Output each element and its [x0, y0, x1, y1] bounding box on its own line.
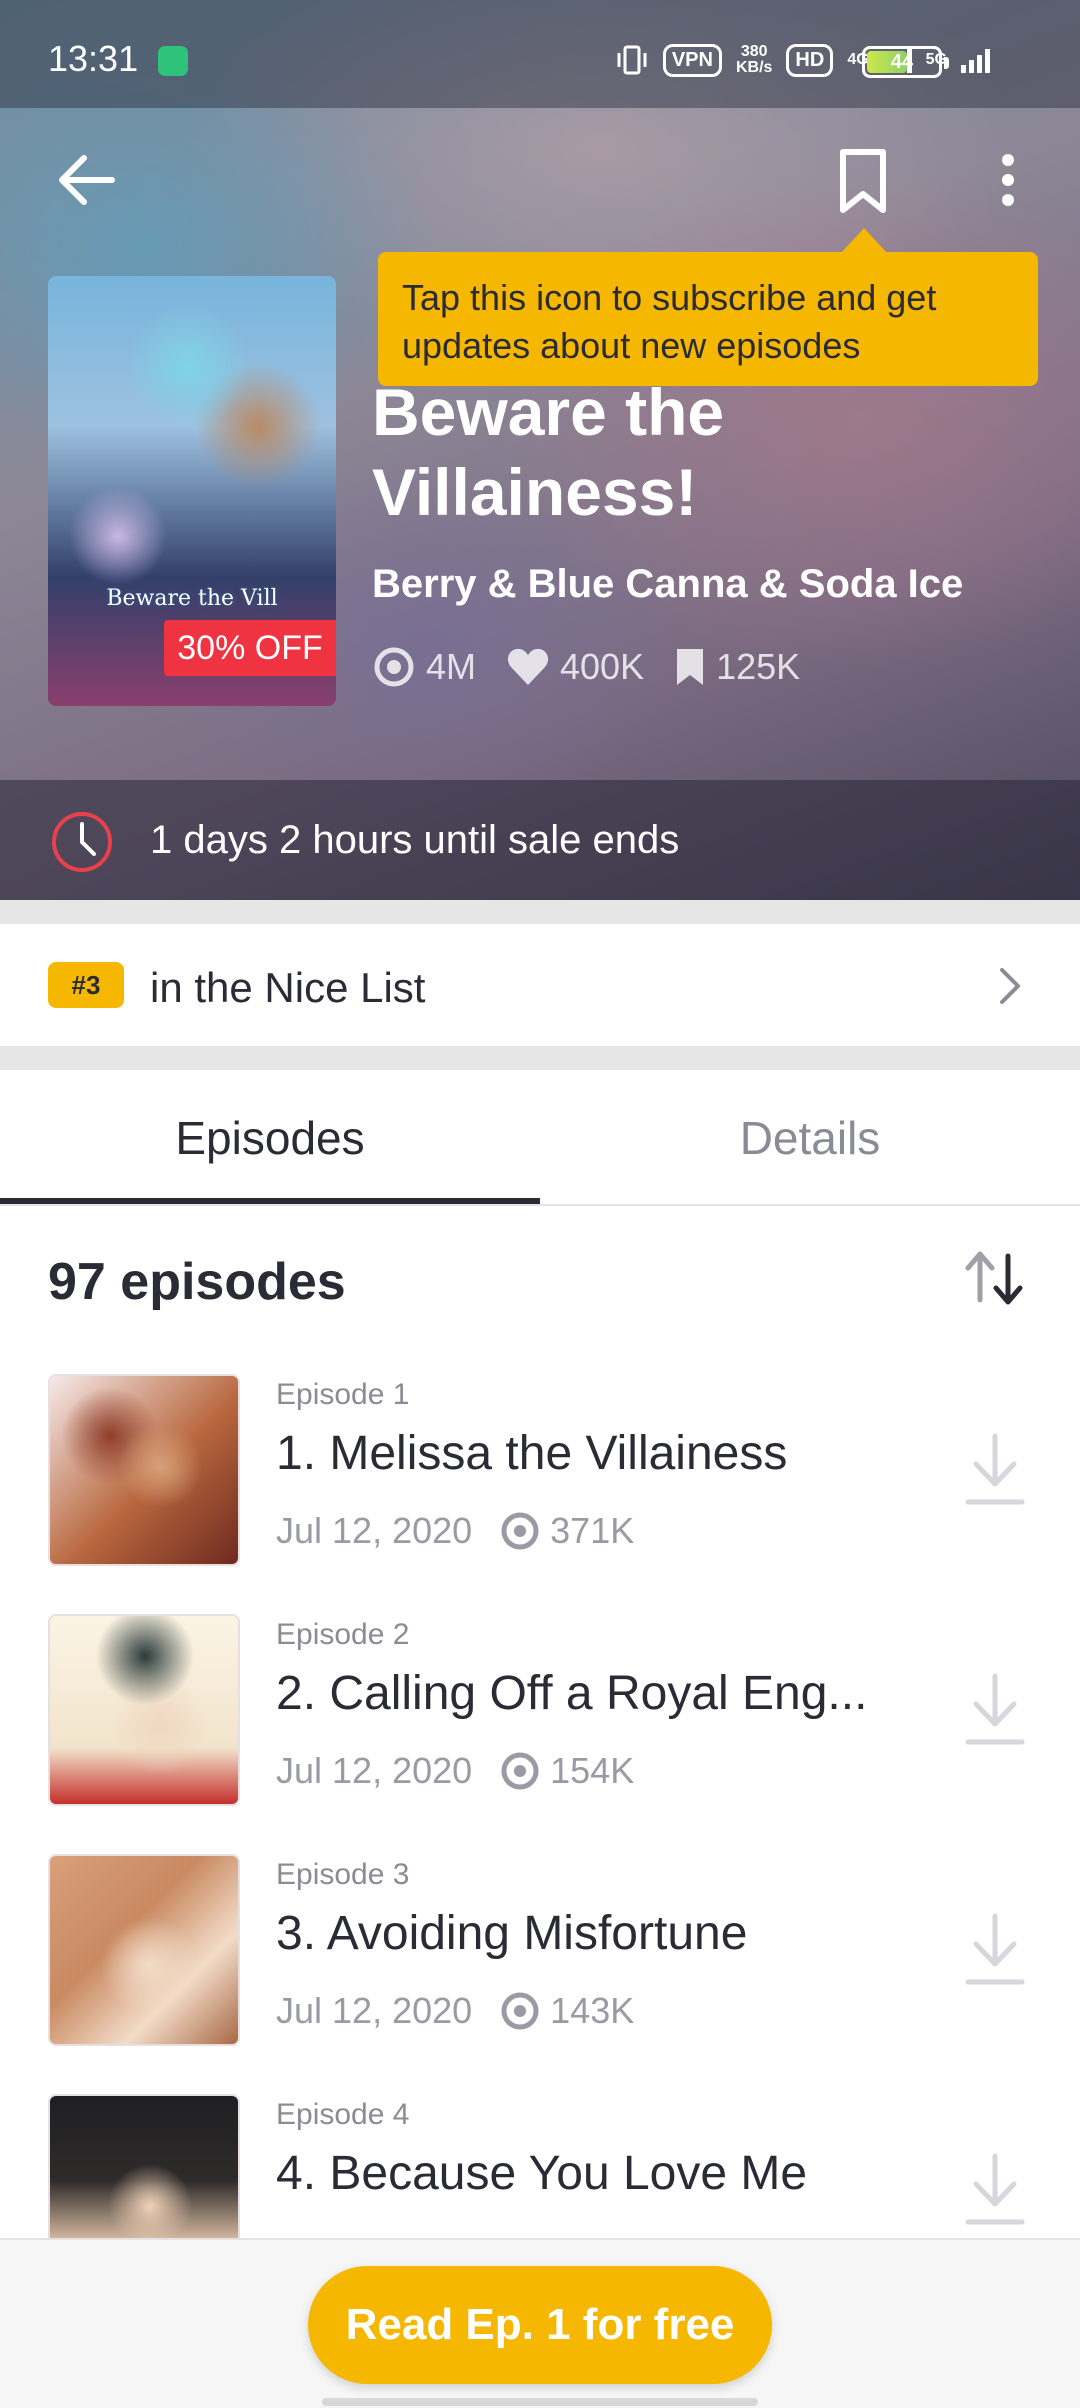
- episode-title: 3. Avoiding Misfortune: [276, 1907, 748, 1960]
- tab-episodes[interactable]: Episodes: [0, 1070, 540, 1206]
- episode-date: Jul 12, 2020: [276, 1750, 473, 1791]
- notification-app-icon: [158, 46, 188, 76]
- episode-count: 97 episodes: [48, 1253, 346, 1311]
- episode-views: 143K: [500, 1990, 634, 2032]
- episode-views: 371K: [500, 1510, 634, 1552]
- status-time: 13:31: [48, 38, 139, 79]
- tab-bar: Episodes Details: [0, 1070, 1080, 1206]
- network-speed-unit: KB/s: [735, 59, 773, 76]
- more-vertical-icon[interactable]: [990, 150, 1026, 210]
- series-header: 13:31 VPN 380 KB/s HD 4G 5G 44 Beware the…: [0, 0, 1080, 900]
- ranking-row[interactable]: #3 in the Nice List: [0, 924, 1080, 1046]
- eye-icon: [374, 647, 414, 687]
- section-divider: [0, 1046, 1080, 1070]
- download-icon[interactable]: [964, 1430, 1026, 1510]
- episode-date: Jul 12, 2020: [276, 1990, 473, 2031]
- tooltip-arrow: [840, 228, 888, 254]
- battery-icon: 44: [862, 46, 949, 78]
- episode-title: 4. Because You Love Me: [276, 2147, 808, 2200]
- active-tab-indicator: [0, 1198, 540, 1204]
- sort-icon[interactable]: [962, 1250, 1028, 1306]
- list-item[interactable]: Episode 3 3. Avoiding Misfortune Jul 12,…: [0, 1854, 1080, 2064]
- ranking-label: in the Nice List: [150, 964, 426, 1011]
- chevron-right-icon: [1000, 968, 1020, 1004]
- episode-thumbnail: [48, 1374, 240, 1566]
- subscribers-count: 125K: [716, 646, 801, 687]
- cover-title-art: Beware the Vill: [106, 586, 278, 611]
- episode-number: Episode 1: [276, 1378, 410, 1411]
- hd-badge: HD: [786, 43, 834, 77]
- episode-number: Episode 2: [276, 1618, 410, 1651]
- episode-views-count: 143K: [550, 1990, 635, 2031]
- eye-icon: [501, 1752, 539, 1790]
- episode-views: 154K: [500, 1750, 634, 1792]
- network-speed-value: 380: [740, 43, 768, 60]
- series-author: Berry & Blue Canna & Soda Ice: [372, 562, 964, 606]
- likes-count: 400K: [560, 646, 645, 687]
- episode-thumbnail: [48, 1614, 240, 1806]
- views-stat: 4M: [372, 646, 476, 688]
- list-item[interactable]: Episode 2 2. Calling Off a Royal Eng... …: [0, 1614, 1080, 1824]
- battery-level: 44: [890, 51, 914, 73]
- eye-icon: [501, 1512, 539, 1550]
- bookmark-icon[interactable]: [838, 148, 888, 216]
- episode-meta: Jul 12, 2020 143K: [276, 1990, 634, 2032]
- network-speed: 380 KB/s: [736, 44, 772, 76]
- episode-meta: Jul 12, 2020 154K: [276, 1750, 634, 1792]
- sale-countdown-text: 1 days 2 hours until sale ends: [150, 818, 680, 862]
- episode-title: 2. Calling Off a Royal Eng...: [276, 1667, 868, 1720]
- bookmark-filled-icon: [677, 649, 704, 685]
- episode-date: Jul 12, 2020: [276, 1510, 473, 1551]
- signal-5g-icon: [961, 47, 990, 73]
- home-indicator[interactable]: [322, 2398, 758, 2406]
- status-bar: 13:31 VPN 380 KB/s HD 4G 5G 44: [0, 0, 1080, 108]
- download-icon[interactable]: [964, 1670, 1026, 1750]
- series-stats: 4M 400K 125K: [372, 646, 830, 688]
- vibrate-icon: [617, 45, 647, 75]
- likes-stat: 400K: [506, 646, 644, 688]
- episode-views-count: 154K: [550, 1750, 635, 1791]
- list-item[interactable]: Episode 1 1. Melissa the Villainess Jul …: [0, 1374, 1080, 1584]
- rank-badge: #3: [48, 962, 124, 1008]
- episode-views-count: 371K: [550, 1510, 635, 1551]
- subscribers-stat: 125K: [674, 646, 800, 688]
- series-title: Beware the Villainess!: [372, 375, 725, 529]
- vpn-badge: VPN: [662, 43, 722, 77]
- download-icon[interactable]: [964, 2150, 1026, 2230]
- eye-icon: [501, 1992, 539, 2030]
- section-divider: [0, 900, 1080, 924]
- tab-details[interactable]: Details: [540, 1070, 1080, 1206]
- heart-icon: [507, 648, 549, 685]
- episode-number: Episode 3: [276, 1858, 410, 1891]
- bottom-action-bar: Read Ep. 1 for free: [0, 2238, 1080, 2408]
- arrow-left-icon[interactable]: [50, 150, 120, 210]
- episode-number: Episode 4: [276, 2098, 410, 2131]
- read-free-button[interactable]: Read Ep. 1 for free: [308, 2266, 772, 2384]
- sale-countdown-bar: 1 days 2 hours until sale ends: [0, 780, 1080, 900]
- episode-title: 1. Melissa the Villainess: [276, 1427, 788, 1480]
- episode-thumbnail: [48, 1854, 240, 2046]
- sale-badge: 30% OFF: [164, 620, 336, 676]
- clock-icon: [52, 812, 112, 872]
- download-icon[interactable]: [964, 1910, 1026, 1990]
- episode-meta: Jul 12, 2020 371K: [276, 1510, 634, 1552]
- views-count: 4M: [426, 646, 477, 687]
- subscribe-tooltip[interactable]: Tap this icon to subscribe and get updat…: [378, 252, 1038, 386]
